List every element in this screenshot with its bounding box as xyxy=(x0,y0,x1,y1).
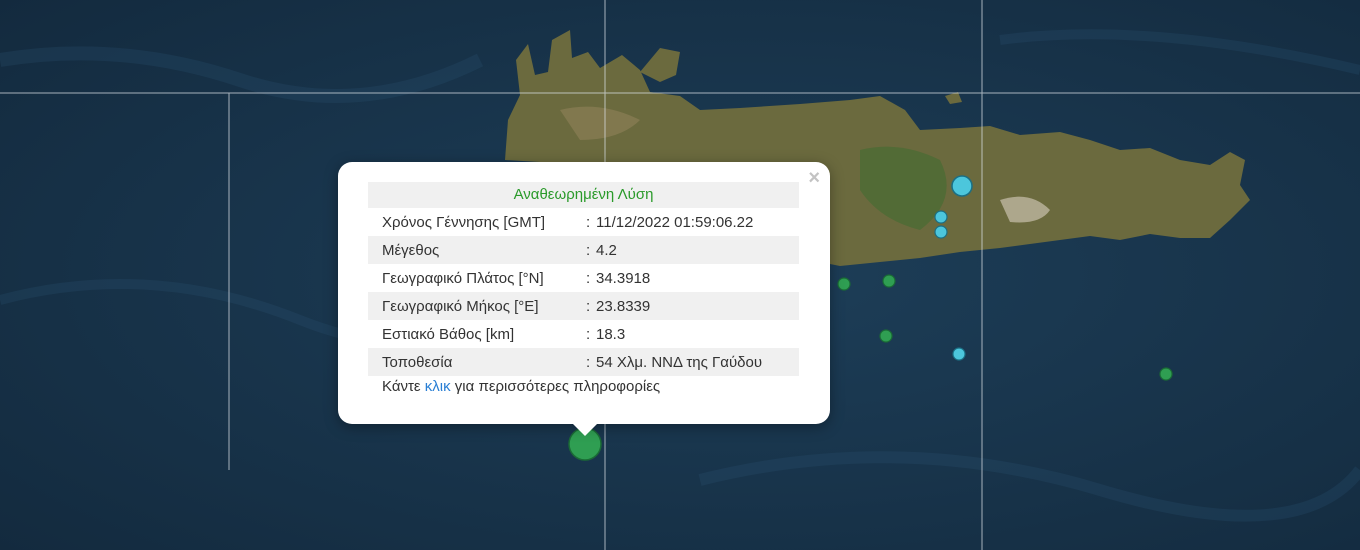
more-info-text: Κάντε κλικ για περισσότερες πληροφορίες xyxy=(382,378,660,395)
row-separator: : xyxy=(586,236,596,264)
table-row: Εστιακό Βάθος [km] : 18.3 xyxy=(368,320,799,348)
more-info-link[interactable]: κλικ xyxy=(425,378,451,395)
table-row: Γεωγραφικό Μήκος [°E] : 23.8339 xyxy=(368,292,799,320)
row-label: Εστιακό Βάθος [km] xyxy=(382,325,515,343)
popup-tip xyxy=(572,423,598,436)
table-row: Χρόνος Γέννησης [GMT] : 11/12/2022 01:59… xyxy=(368,208,799,236)
more-info-suffix: για περισσότερες πληροφορίες xyxy=(454,378,661,395)
quake-marker[interactable] xyxy=(1159,367,1173,381)
row-label: Τοποθεσία xyxy=(368,348,586,376)
row-value: 54 Χλμ. ΝΝΔ της Γαύδου xyxy=(596,348,799,376)
close-button[interactable]: × xyxy=(808,168,820,188)
popup-title: Αναθεωρημένη Λύση xyxy=(368,182,799,208)
quake-marker[interactable] xyxy=(951,175,973,197)
table-row: Γεωγραφικό Πλάτος [°N] : 34.3918 xyxy=(368,264,799,292)
quake-marker[interactable] xyxy=(837,277,851,291)
row-value: 34.3918 xyxy=(596,269,651,287)
row-value: 23.8339 xyxy=(596,292,799,320)
row-value: 18.3 xyxy=(596,325,626,343)
event-info-popup: × Αναθεωρημένη Λύση Χρόνος Γέννησης [GMT… xyxy=(338,162,830,436)
row-label: Γεωγραφικό Πλάτος [°N] xyxy=(382,269,544,287)
quake-marker[interactable] xyxy=(952,347,966,361)
event-details-table: Χρόνος Γέννησης [GMT] : 11/12/2022 01:59… xyxy=(368,208,799,376)
table-row: Μέγεθος : 4.2 xyxy=(368,236,799,264)
quake-marker[interactable] xyxy=(934,225,948,239)
row-label: Χρόνος Γέννησης [GMT] xyxy=(382,213,546,231)
row-separator: : xyxy=(586,213,591,231)
row-separator: : xyxy=(586,292,596,320)
more-info-prefix: Κάντε xyxy=(382,378,421,395)
quake-marker[interactable] xyxy=(879,329,893,343)
row-label: Μέγεθος xyxy=(368,236,586,264)
row-separator: : xyxy=(586,325,591,343)
table-row: Τοποθεσία : 54 Χλμ. ΝΝΔ της Γαύδου xyxy=(368,348,799,376)
quake-marker[interactable] xyxy=(934,210,948,224)
row-label: Γεωγραφικό Μήκος [°E] xyxy=(368,292,586,320)
row-separator: : xyxy=(586,348,596,376)
row-value: 4.2 xyxy=(596,236,799,264)
row-separator: : xyxy=(586,269,591,287)
row-value: 11/12/2022 01:59:06.22 xyxy=(596,213,754,231)
quake-marker[interactable] xyxy=(882,274,896,288)
